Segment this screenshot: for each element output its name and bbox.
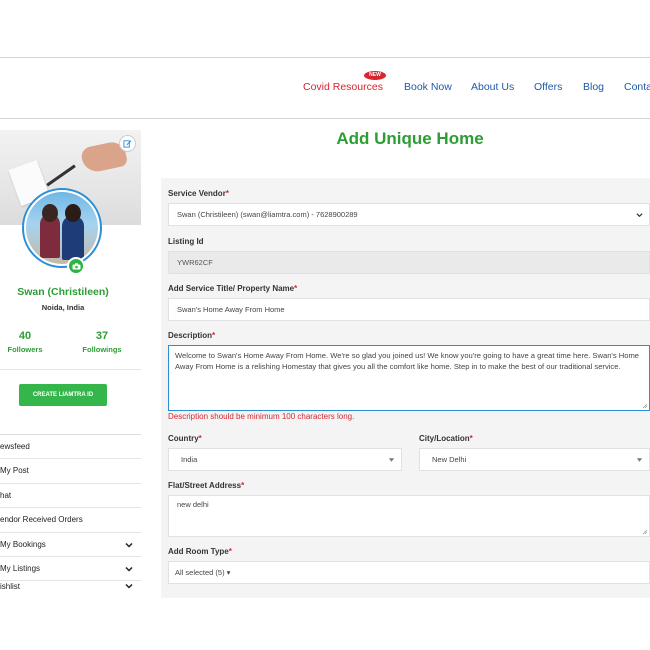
caret-down-icon	[388, 457, 395, 462]
title-label: Add Service Title/ Property Name*	[168, 284, 297, 293]
country-select[interactable]: India	[168, 448, 402, 471]
nav-blog[interactable]: Blog	[583, 81, 604, 93]
sidebar-item-newsfeed[interactable]: ewsfeed	[0, 435, 141, 460]
caret-down-icon	[636, 457, 643, 462]
nav-offers[interactable]: Offers	[534, 81, 562, 93]
city-label: City/Location*	[419, 434, 473, 443]
room-type-multiselect[interactable]: All selected (5) ▾	[168, 561, 650, 584]
new-badge: NEW	[364, 71, 386, 80]
label-text: Service Vendor	[168, 189, 226, 198]
profile-name: Swan (Christileen)	[17, 286, 109, 298]
nav-covid-resources[interactable]: Covid Resources	[303, 81, 383, 93]
cover-pen	[46, 164, 76, 187]
country-value: India	[181, 455, 198, 464]
followings-label: Followings	[82, 345, 122, 354]
description-textarea[interactable]: Welcome to Swan's Home Away From Home. W…	[168, 345, 650, 411]
service-vendor-label: Service Vendor*	[168, 189, 229, 198]
sidebar-item-my-bookings[interactable]: My Bookings	[0, 533, 141, 557]
label-text: Description	[168, 331, 213, 340]
profile-sidebar: Swan (Christileen) Noida, India 40 Follo…	[0, 130, 141, 592]
profile-location: Noida, India	[41, 303, 85, 312]
city-value: New Delhi	[432, 455, 467, 464]
service-vendor-select[interactable]: Swan (Christileen) (swan@liamtra.com) - …	[168, 203, 650, 226]
main-nav: Covid Resources Book Now About Us Offers…	[0, 81, 650, 95]
camera-icon-glyph	[72, 262, 80, 269]
chevron-down-icon	[125, 566, 133, 572]
chevron-down-icon	[125, 584, 133, 589]
followers-stat[interactable]: 40 Followers	[0, 330, 50, 354]
sidebar-item-label: My Bookings	[0, 539, 46, 549]
followers-count: 40	[18, 330, 32, 342]
title-input[interactable]: Swan's Home Away From Home	[168, 298, 650, 321]
listing-id-field: YWR62CF	[168, 251, 650, 274]
sidebar-item-label: hat	[0, 490, 12, 500]
nav-book-now[interactable]: Book Now	[404, 81, 452, 93]
service-vendor-value: Swan (Christileen) (swan@liamtra.com) - …	[177, 210, 358, 219]
sidebar-item-my-post[interactable]: My Post	[0, 459, 141, 484]
required-mark: *	[294, 284, 298, 293]
sidebar-item-chat[interactable]: hat	[0, 484, 141, 509]
avatar-person-1-head	[42, 204, 58, 222]
description-value: Welcome to Swan's Home Away From Home. W…	[175, 351, 640, 371]
followings-count: 37	[95, 330, 109, 342]
description-error: Description should be minimum 100 charac…	[168, 412, 355, 421]
sidebar-item-label: endor Received Orders	[0, 515, 83, 525]
create-liamtra-id-button[interactable]: CREATE LIAMTRA ID	[19, 384, 107, 406]
label-text: Flat/Street Address	[168, 481, 242, 490]
description-label: Description*	[168, 331, 215, 340]
camera-icon[interactable]	[67, 257, 85, 275]
required-mark: *	[225, 189, 229, 198]
country-label: Country*	[168, 434, 202, 443]
sidebar-item-label: My Post	[0, 466, 29, 476]
required-mark: *	[241, 481, 245, 490]
followings-stat[interactable]: 37 Followings	[77, 330, 127, 354]
address-value: new delhi	[177, 500, 209, 509]
address-textarea[interactable]: new delhi	[168, 495, 650, 537]
page-title: Add Unique Home	[336, 129, 484, 148]
resize-handle-icon[interactable]	[642, 403, 648, 409]
label-text: Add Room Type	[168, 547, 229, 556]
sidebar-item-label: My Listings	[0, 563, 41, 573]
city-select[interactable]: New Delhi	[419, 448, 650, 471]
avatar-photo	[26, 192, 98, 264]
profile-divider	[0, 369, 141, 370]
nav-about-us[interactable]: About Us	[471, 81, 514, 93]
sidebar-item-my-listings[interactable]: My Listings	[0, 557, 141, 582]
sidebar-item-vendor-orders[interactable]: endor Received Orders	[0, 508, 141, 533]
required-mark: *	[469, 434, 473, 443]
address-label: Flat/Street Address*	[168, 481, 244, 490]
label-text: Add Service Title/ Property Name	[168, 284, 295, 293]
nav-contact[interactable]: Conta	[624, 81, 650, 93]
required-mark: *	[198, 434, 202, 443]
label-text: Country	[168, 434, 199, 443]
sidebar-menu: ewsfeed My Post hat endor Received Order…	[0, 434, 141, 591]
resize-handle-icon[interactable]	[642, 529, 648, 535]
avatar[interactable]	[22, 188, 102, 268]
sidebar-item-label: ishlist	[0, 582, 21, 592]
room-type-label: Add Room Type*	[168, 547, 232, 556]
sidebar-item-label: ewsfeed	[0, 442, 30, 451]
edit-icon[interactable]	[119, 135, 136, 152]
chevron-down-icon	[636, 212, 643, 217]
sidebar-item-wishlist[interactable]: ishlist	[0, 581, 141, 591]
chevron-down-icon	[125, 542, 133, 548]
label-text: City/Location	[419, 434, 470, 443]
avatar-person-2-head	[65, 204, 81, 222]
app-window: NEW Covid Resources Book Now About Us Of…	[0, 0, 650, 650]
avatar-person-2	[62, 216, 84, 260]
required-mark: *	[212, 331, 216, 340]
listing-id-label: Listing Id	[168, 237, 204, 246]
edit-icon-glyph	[123, 140, 132, 148]
required-mark: *	[228, 547, 232, 556]
followers-label: Followers	[7, 345, 43, 354]
